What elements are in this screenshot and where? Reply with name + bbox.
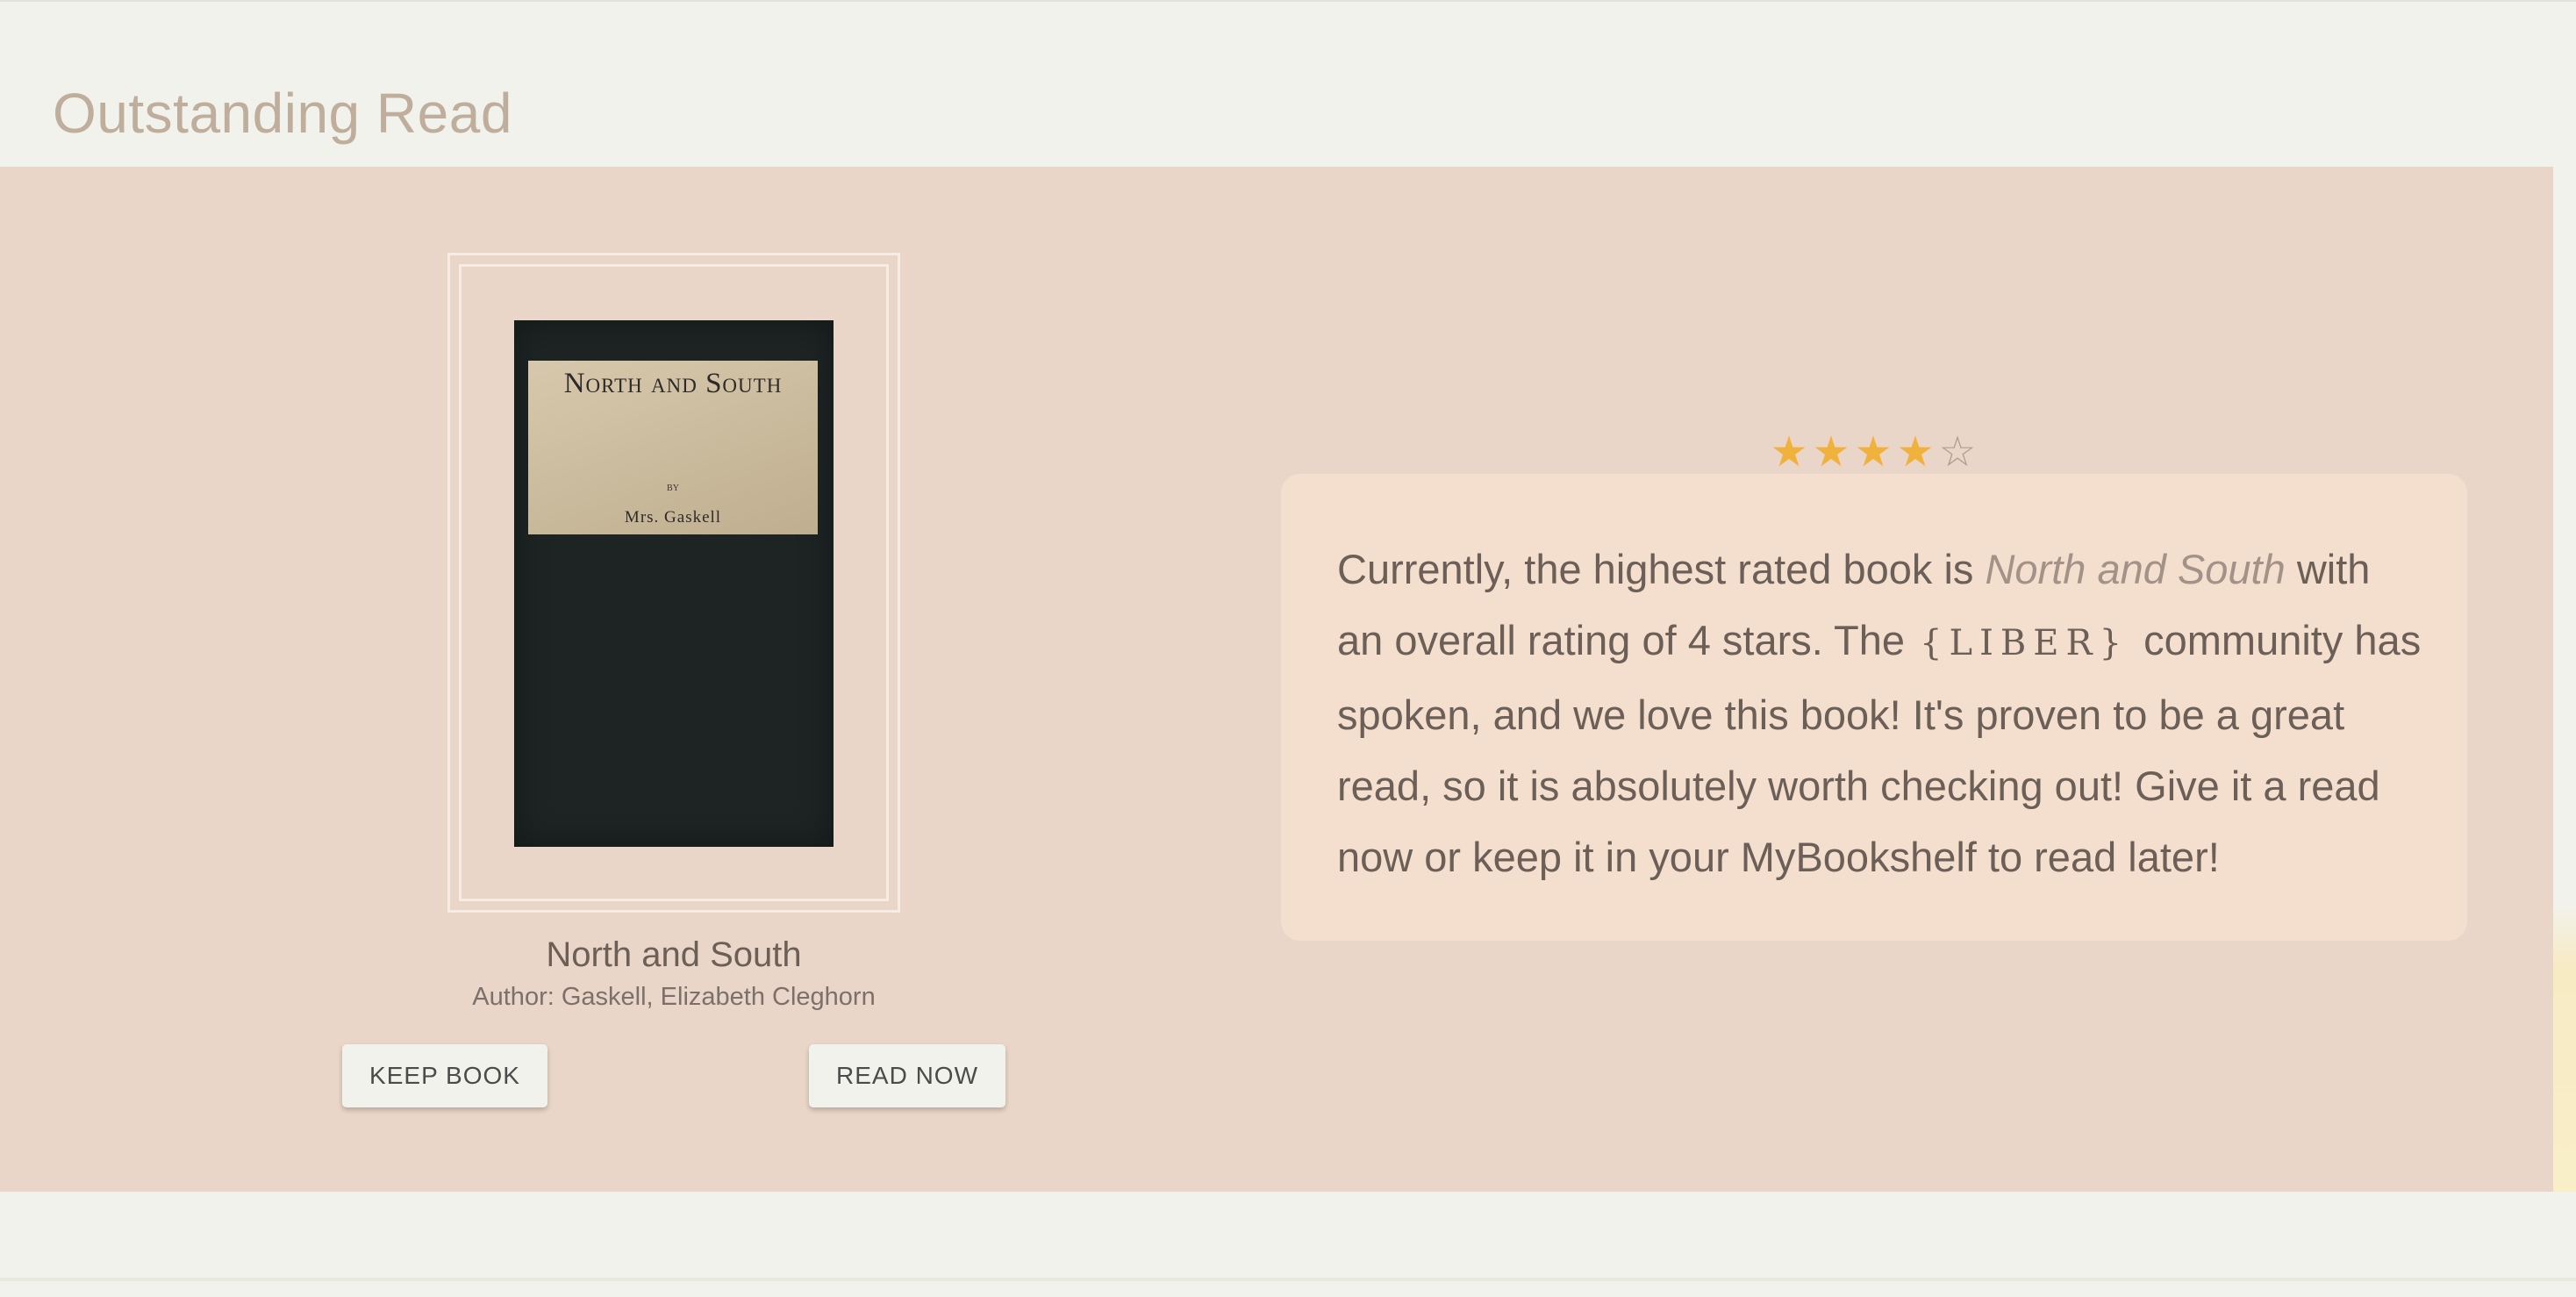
rating-description-card: Currently, the highest rated book is Nor… <box>1281 474 2467 941</box>
keep-book-button[interactable]: Keep Book <box>342 1044 547 1107</box>
footer-area <box>0 1192 2576 1297</box>
star-icon: ★ <box>1812 429 1852 476</box>
description-book-name: North and South <box>1985 546 2286 592</box>
cover-title: North and South <box>563 368 783 399</box>
cover-by: BY <box>667 484 679 493</box>
scrollbar-track[interactable] <box>2553 167 2576 1192</box>
star-icon: ★ <box>1854 429 1894 476</box>
description-part-1: Currently, the highest rated book is <box>1337 546 1986 592</box>
rating-description: Currently, the highest rated book is Nor… <box>1337 534 2425 892</box>
read-now-button[interactable]: Read Now <box>809 1044 1005 1107</box>
star-icon: ★ <box>1770 429 1810 476</box>
liber-logo: {LIBER} <box>1920 623 2129 663</box>
book-title: North and South <box>546 935 802 974</box>
section-title: Outstanding Read <box>53 82 512 145</box>
footer-divider <box>0 1278 2576 1281</box>
book-cover[interactable]: North and South BY Mrs. Gaskell <box>514 320 834 847</box>
book-author: Author: Gaskell, Elizabeth Cleghorn <box>472 983 876 1011</box>
cover-author: Mrs. Gaskell <box>624 508 722 527</box>
star-icon: ☆ <box>1938 429 1979 476</box>
rating-stars: ★★★★☆ <box>1769 426 1979 479</box>
cover-label: North and South BY Mrs. Gaskell <box>528 361 818 534</box>
star-icon: ★ <box>1896 429 1936 476</box>
top-divider <box>0 0 2576 2</box>
